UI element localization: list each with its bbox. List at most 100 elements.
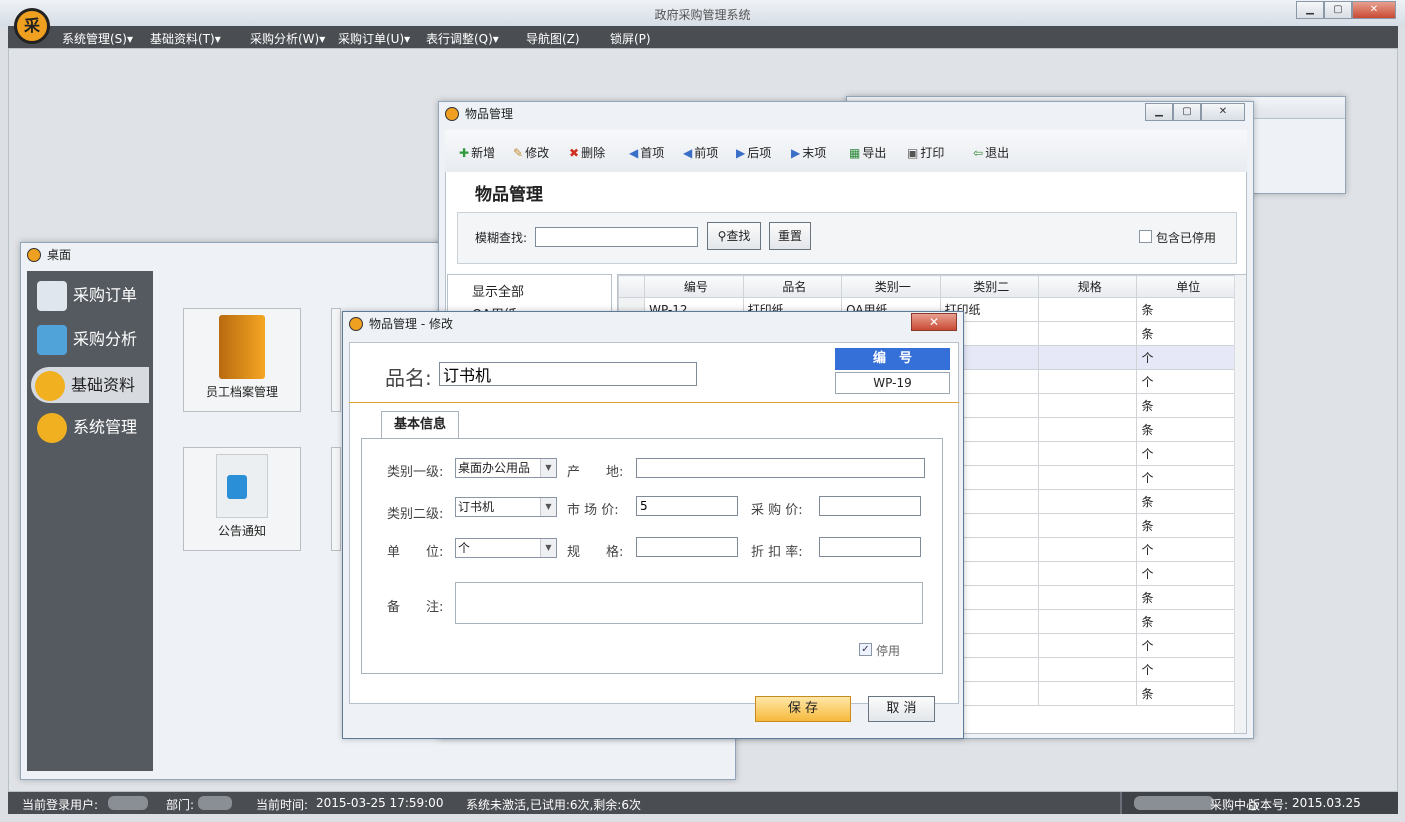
tile-announcements[interactable]: 公告通知 <box>183 447 301 551</box>
table-cell[interactable] <box>1037 609 1138 634</box>
table-cell[interactable]: 个 <box>1136 345 1236 370</box>
tab-basic-info[interactable]: 基本信息 <box>381 411 459 439</box>
table-cell[interactable] <box>1037 369 1138 394</box>
col-cat2[interactable]: 类别二 <box>939 275 1040 298</box>
prev-button[interactable]: ◀ 前项 <box>683 144 718 161</box>
tile-employee-records[interactable]: 员工档案管理 <box>183 308 301 412</box>
code-label: 编 号 <box>835 348 950 370</box>
chevron-down-icon[interactable]: ▼ <box>540 498 556 516</box>
reset-button[interactable]: 重置 <box>769 222 811 250</box>
table-cell[interactable]: 个 <box>1136 633 1236 658</box>
table-cell[interactable] <box>1037 417 1138 442</box>
delete-button[interactable]: ✖ 删除 <box>569 144 605 161</box>
save-button[interactable]: 保 存 <box>755 696 851 722</box>
market-price-input[interactable] <box>636 496 738 516</box>
table-cell[interactable] <box>1037 441 1138 466</box>
disabled-checkbox[interactable]: ✓ <box>859 643 872 656</box>
table-cell[interactable]: 个 <box>1136 369 1236 394</box>
menu-orders[interactable]: 采购订单(U)▾ <box>338 30 410 47</box>
table-cell[interactable]: 条 <box>1136 513 1236 538</box>
col-code[interactable]: 编号 <box>644 275 744 298</box>
sidebar-item-basic-data[interactable]: 基础资料 <box>31 367 149 403</box>
table-cell[interactable]: 条 <box>1136 321 1236 346</box>
table-cell[interactable]: 个 <box>1136 657 1236 682</box>
cancel-button[interactable]: 取 消 <box>868 696 935 722</box>
col-unit[interactable]: 单位 <box>1136 275 1236 298</box>
exit-button[interactable]: ⇦ 退出 <box>973 144 1009 161</box>
purchase-price-input[interactable] <box>819 496 921 516</box>
last-button[interactable]: ▶ 末项 <box>791 144 826 161</box>
remark-textarea[interactable] <box>455 582 923 624</box>
table-cell[interactable] <box>1037 561 1138 586</box>
maximize-icon[interactable]: ▢ <box>1324 1 1352 19</box>
sidebar-item-analysis[interactable]: 采购分析 <box>37 325 137 355</box>
tile-partial[interactable] <box>331 447 341 551</box>
menu-system[interactable]: 系统管理(S)▾ <box>62 30 133 47</box>
cat1-select[interactable]: 桌面办公用品 ▼ <box>455 458 557 478</box>
table-cell[interactable]: 个 <box>1136 441 1236 466</box>
table-cell[interactable]: 条 <box>1136 585 1236 610</box>
add-button[interactable]: ✚ 新增 <box>459 144 495 161</box>
origin-input[interactable] <box>636 458 925 478</box>
col-cat1[interactable]: 类别一 <box>841 275 941 298</box>
unit-select[interactable]: 个 ▼ <box>455 538 557 558</box>
sidebar-item-orders[interactable]: 采购订单 <box>37 281 137 311</box>
gear-info-icon <box>35 371 65 401</box>
print-button[interactable]: ▣ 打印 <box>907 144 944 161</box>
print-icon: ▣ <box>907 146 919 160</box>
table-cell[interactable]: 个 <box>1136 561 1236 586</box>
table-cell[interactable]: 条 <box>1136 489 1236 514</box>
table-cell[interactable]: 个 <box>1136 465 1236 490</box>
search-button[interactable]: ⚲查找 <box>707 222 761 250</box>
minimize-icon[interactable]: ▁ <box>1145 103 1173 121</box>
table-cell[interactable] <box>1037 585 1138 610</box>
table-cell[interactable]: 条 <box>1136 393 1236 418</box>
maximize-icon[interactable]: ▢ <box>1173 103 1201 121</box>
menu-lock[interactable]: 锁屏(P) <box>610 30 651 47</box>
table-cell[interactable] <box>1037 297 1138 322</box>
table-cell[interactable] <box>1037 633 1138 658</box>
menu-table-adjust[interactable]: 表行调整(Q)▾ <box>426 30 499 47</box>
table-cell[interactable]: 条 <box>1136 297 1236 322</box>
include-disabled-checkbox[interactable] <box>1139 230 1152 243</box>
table-cell[interactable] <box>1037 513 1138 538</box>
table-cell[interactable] <box>1037 321 1138 346</box>
col-spec[interactable]: 规格 <box>1037 275 1138 298</box>
table-cell[interactable] <box>1037 681 1138 706</box>
grid-scrollbar[interactable] <box>1234 275 1246 733</box>
close-icon[interactable]: ✕ <box>1201 103 1245 121</box>
chevron-down-icon[interactable]: ▼ <box>540 539 556 557</box>
table-cell[interactable] <box>1037 465 1138 490</box>
menu-basic-data[interactable]: 基础资料(T)▾ <box>150 30 221 47</box>
next-button[interactable]: ▶ 后项 <box>736 144 771 161</box>
status-user-value <box>108 795 148 810</box>
sidebar-item-system[interactable]: 系统管理 <box>37 413 137 443</box>
name-input[interactable] <box>439 362 697 386</box>
close-icon[interactable]: ✕ <box>1352 1 1396 19</box>
spec-input[interactable] <box>636 537 738 557</box>
cat2-select[interactable]: 订书机 ▼ <box>455 497 557 517</box>
close-icon[interactable]: ✕ <box>911 313 957 331</box>
menu-analysis[interactable]: 采购分析(W)▾ <box>250 30 325 47</box>
discount-input[interactable] <box>819 537 921 557</box>
minimize-icon[interactable]: ▁ <box>1296 1 1324 19</box>
tile-partial[interactable] <box>331 308 341 412</box>
tree-item-all[interactable]: 显示全部 <box>448 275 611 300</box>
chevron-down-icon[interactable]: ▼ <box>540 459 556 477</box>
table-cell[interactable] <box>1037 537 1138 562</box>
table-cell[interactable]: 个 <box>1136 537 1236 562</box>
first-button[interactable]: ◀ 首项 <box>629 144 664 161</box>
table-cell[interactable] <box>1037 489 1138 514</box>
export-button[interactable]: ▦ 导出 <box>849 144 886 161</box>
edit-dialog: 物品管理 - 修改 ✕ 品名: 编 号 WP-19 基本信息 类别一级: 桌面办… <box>342 311 964 739</box>
table-cell[interactable]: 条 <box>1136 609 1236 634</box>
table-cell[interactable] <box>1037 393 1138 418</box>
menu-navigation[interactable]: 导航图(Z) <box>526 30 580 47</box>
table-cell[interactable] <box>1037 657 1138 682</box>
table-cell[interactable]: 条 <box>1136 681 1236 706</box>
table-cell[interactable] <box>1037 345 1138 370</box>
edit-button[interactable]: ✎ 修改 <box>513 144 549 161</box>
table-cell[interactable]: 条 <box>1136 417 1236 442</box>
col-name[interactable]: 品名 <box>742 275 843 298</box>
search-input[interactable] <box>535 227 698 247</box>
